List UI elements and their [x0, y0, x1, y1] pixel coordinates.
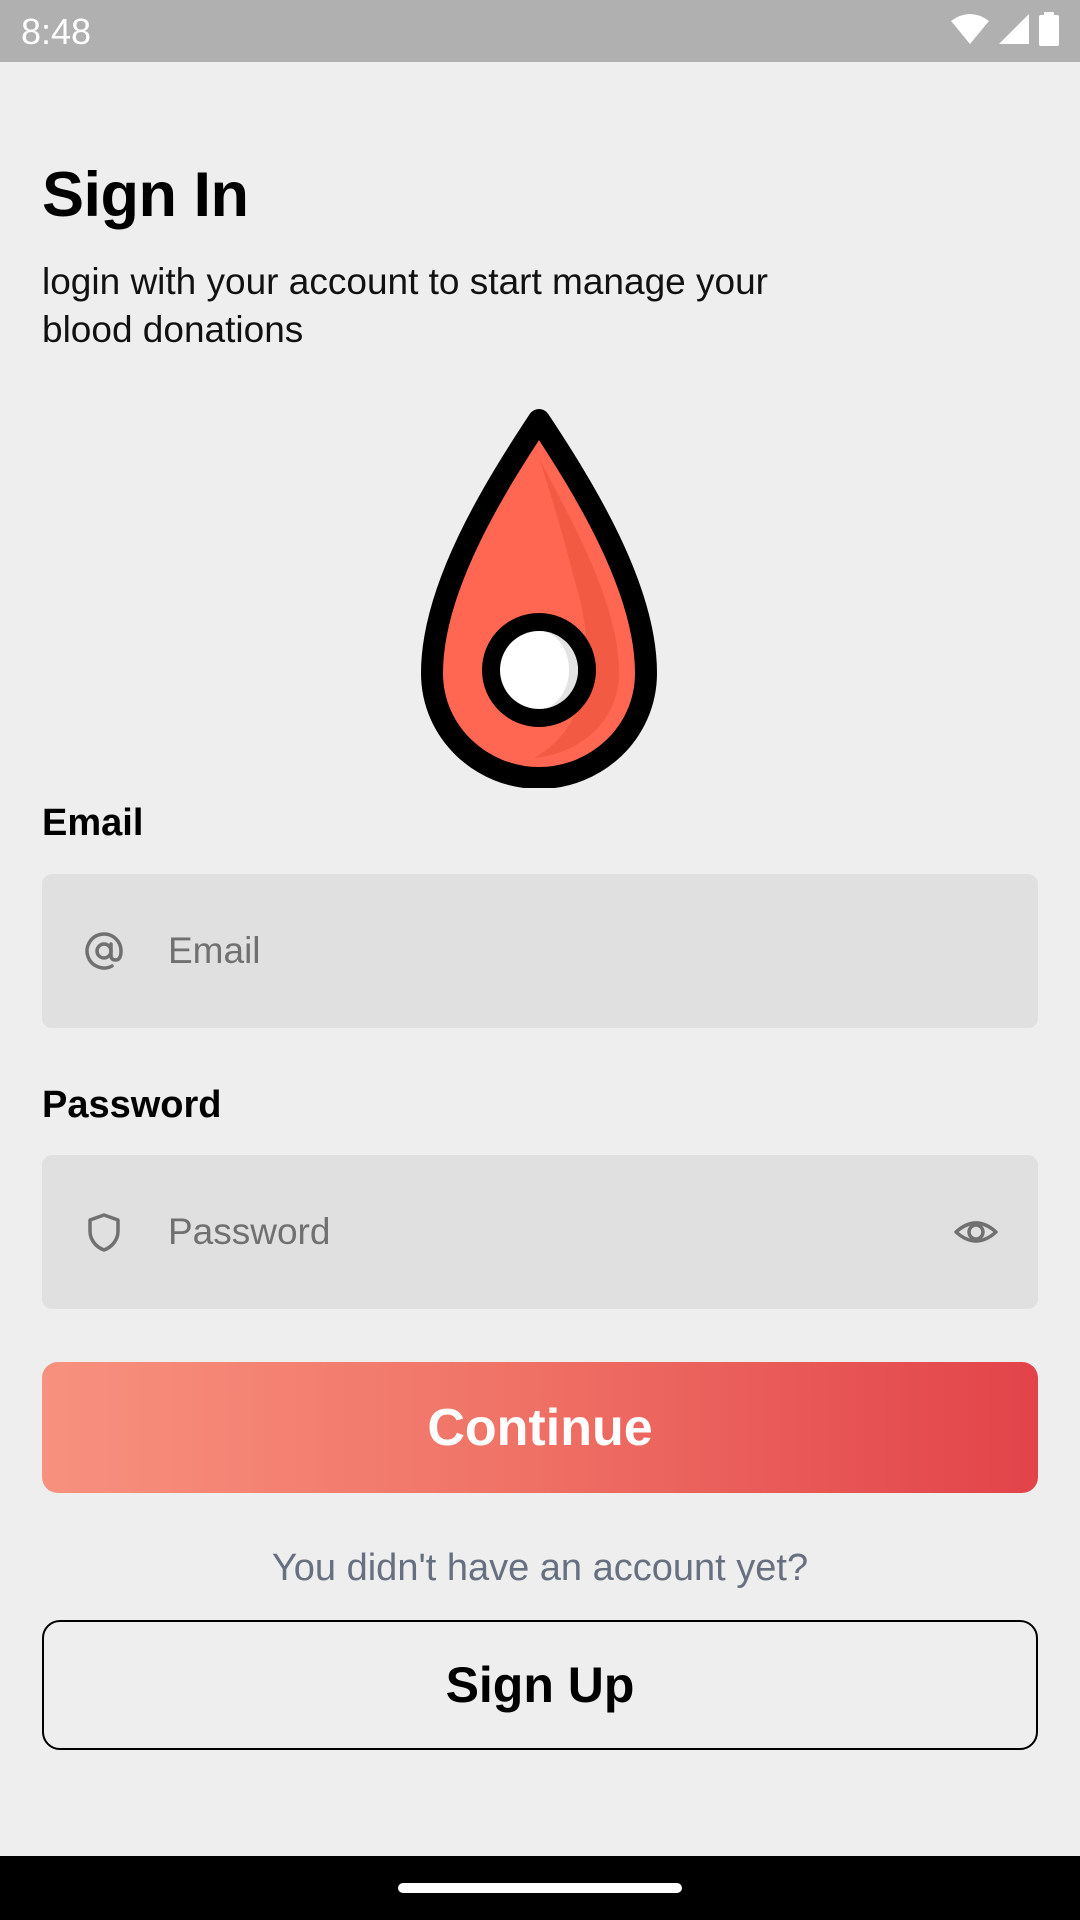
signup-hint: You didn't have an account yet?: [271, 1547, 809, 1589]
battery-icon: [1038, 11, 1060, 51]
email-input[interactable]: [168, 874, 868, 1028]
page-subtitle: login with your account to start manage …: [42, 261, 768, 350]
status-bar: 8:48: [0, 0, 1080, 62]
password-input[interactable]: [168, 1155, 868, 1309]
shield-icon: [82, 1210, 126, 1254]
status-icons: [950, 11, 1060, 51]
wifi-icon: [950, 13, 990, 50]
eye-icon[interactable]: [954, 1210, 998, 1254]
navigation-bar: [0, 1856, 1080, 1920]
password-label: Password: [42, 1084, 222, 1126]
home-indicator[interactable]: [398, 1883, 682, 1893]
page-title: Sign In: [42, 160, 249, 230]
at-sign-icon: [82, 929, 126, 973]
blood-drop-logo: [414, 408, 664, 789]
continue-button[interactable]: Continue: [42, 1362, 1038, 1493]
password-field-container[interactable]: [42, 1155, 1038, 1309]
status-time: 8:48: [21, 11, 92, 52]
email-field-container[interactable]: [42, 874, 1038, 1028]
signal-icon: [998, 13, 1030, 50]
email-label: Email: [42, 802, 144, 844]
sign-up-button[interactable]: Sign Up: [42, 1620, 1038, 1750]
